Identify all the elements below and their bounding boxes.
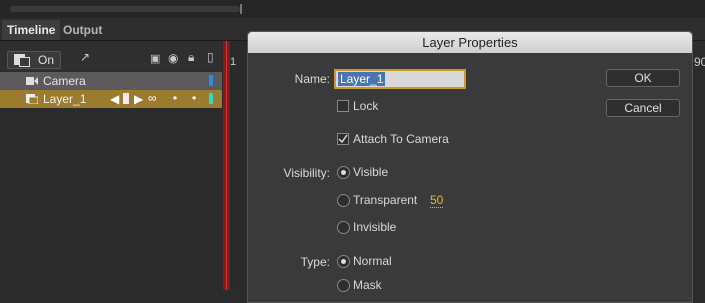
check-icon <box>338 134 348 144</box>
camera-column-icon[interactable]: ▣ <box>150 52 160 65</box>
layer-color-swatch[interactable] <box>209 93 213 104</box>
timeline-toolbar: On ↗ ▣ ◉ 🔒︎ ▯ <box>0 41 230 71</box>
frame-ruler-start: 1 <box>230 56 237 68</box>
visibility-visible-radio[interactable] <box>337 166 350 179</box>
cancel-button[interactable]: Cancel <box>606 99 680 117</box>
visibility-dot-icon[interactable]: • <box>173 91 177 105</box>
visibility-invisible-label: Invisible <box>353 220 397 234</box>
visibility-transparent-radio[interactable] <box>337 194 350 207</box>
type-normal-label: Normal <box>353 254 392 268</box>
type-normal-radio[interactable] <box>337 255 350 268</box>
keyframe-icon[interactable] <box>123 93 129 104</box>
link-icon[interactable]: ∞ <box>148 91 157 105</box>
tab-timeline[interactable]: Timeline <box>2 20 61 40</box>
name-label: Name: <box>294 72 330 86</box>
attach-to-camera-checkbox[interactable] <box>337 133 349 145</box>
layer-row-camera[interactable]: Camera <box>0 72 222 90</box>
ok-button[interactable]: OK <box>606 69 680 87</box>
lock-checkbox[interactable] <box>337 100 349 112</box>
visibility-transparent-label: Transparent <box>353 193 418 207</box>
scroll-marker <box>240 4 242 14</box>
frame-ruler-end: 90 <box>694 55 705 69</box>
layer-icon <box>26 94 38 104</box>
visibility-invisible-radio[interactable] <box>337 221 350 234</box>
lock-icon[interactable]: 🔒︎ <box>188 50 194 65</box>
scroll-track[interactable] <box>10 6 240 12</box>
next-keyframe-icon[interactable]: ▶ <box>134 92 143 106</box>
layer-properties-dialog: Layer Properties Name: Layer_1 Lock Atta… <box>247 31 693 303</box>
layer-color-swatch[interactable] <box>209 75 213 86</box>
dialog-title: Layer Properties <box>248 32 692 53</box>
layer-row-layer-1[interactable]: Layer_1 ◀ ▶ ∞ • • <box>0 90 222 108</box>
eye-icon[interactable]: ◉ <box>168 51 178 65</box>
outline-icon[interactable]: ▯ <box>207 50 214 64</box>
onion-skin-icon-overlay <box>19 57 30 67</box>
lock-label: Lock <box>353 99 379 113</box>
tab-output[interactable]: Output <box>58 20 107 40</box>
layer-name: Camera <box>43 74 86 88</box>
onion-skin-toggle-button[interactable]: On <box>7 51 61 69</box>
visibility-visible-label: Visible <box>353 165 389 179</box>
playhead-line <box>226 41 227 290</box>
name-field[interactable]: Layer_1 <box>334 69 466 89</box>
layer-name: Layer_1 <box>43 92 87 106</box>
onion-skin-label: On <box>38 53 55 67</box>
transparency-value-field[interactable]: 50 <box>430 193 444 208</box>
lock-dot-icon[interactable]: • <box>192 91 196 105</box>
visibility-label: Visibility: <box>283 166 330 180</box>
attach-to-camera-label: Attach To Camera <box>353 132 449 146</box>
type-label: Type: <box>300 255 330 269</box>
prev-keyframe-icon[interactable]: ◀ <box>110 92 119 106</box>
name-value: Layer_1 <box>338 72 386 86</box>
camera-icon <box>26 77 38 85</box>
graph-editor-icon[interactable]: ↗ <box>80 50 90 64</box>
type-mask-radio[interactable] <box>337 279 350 292</box>
top-scrollbar[interactable] <box>0 0 705 19</box>
